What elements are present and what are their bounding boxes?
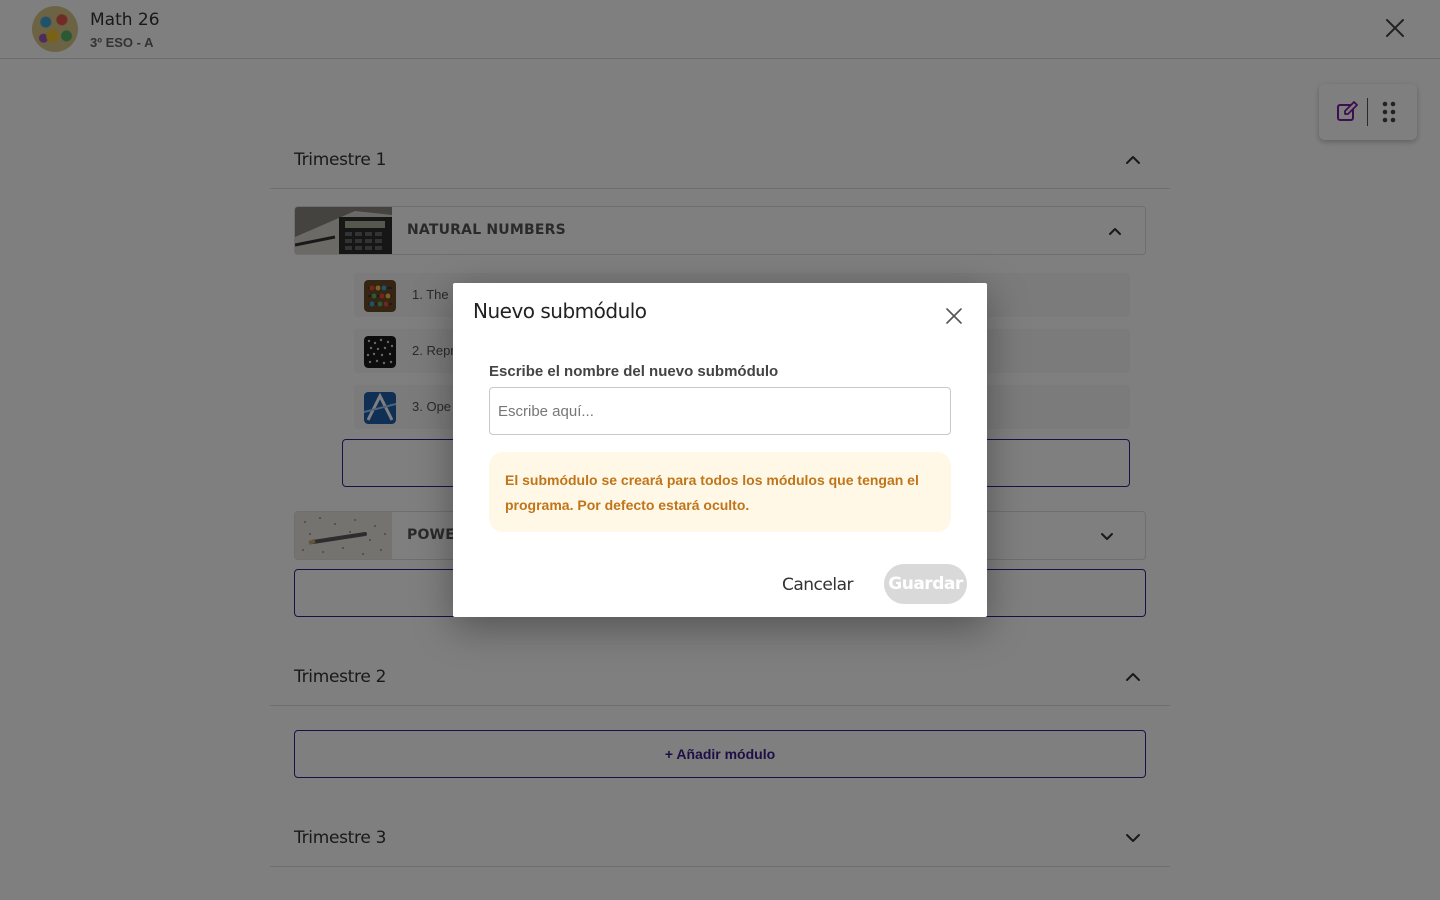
- new-submodule-dialog: Nuevo submódulo Escribe el nombre del nu…: [453, 283, 987, 617]
- submodule-name-label: Escribe el nombre del nuevo submódulo: [489, 363, 779, 380]
- cancel-button[interactable]: Cancelar: [771, 565, 864, 605]
- dialog-title: Nuevo submódulo: [473, 299, 647, 323]
- close-icon[interactable]: [943, 305, 965, 327]
- info-notice: El submódulo se creará para todos los mó…: [489, 452, 951, 532]
- save-button[interactable]: Guardar: [884, 564, 967, 604]
- submodule-name-input[interactable]: [489, 387, 951, 435]
